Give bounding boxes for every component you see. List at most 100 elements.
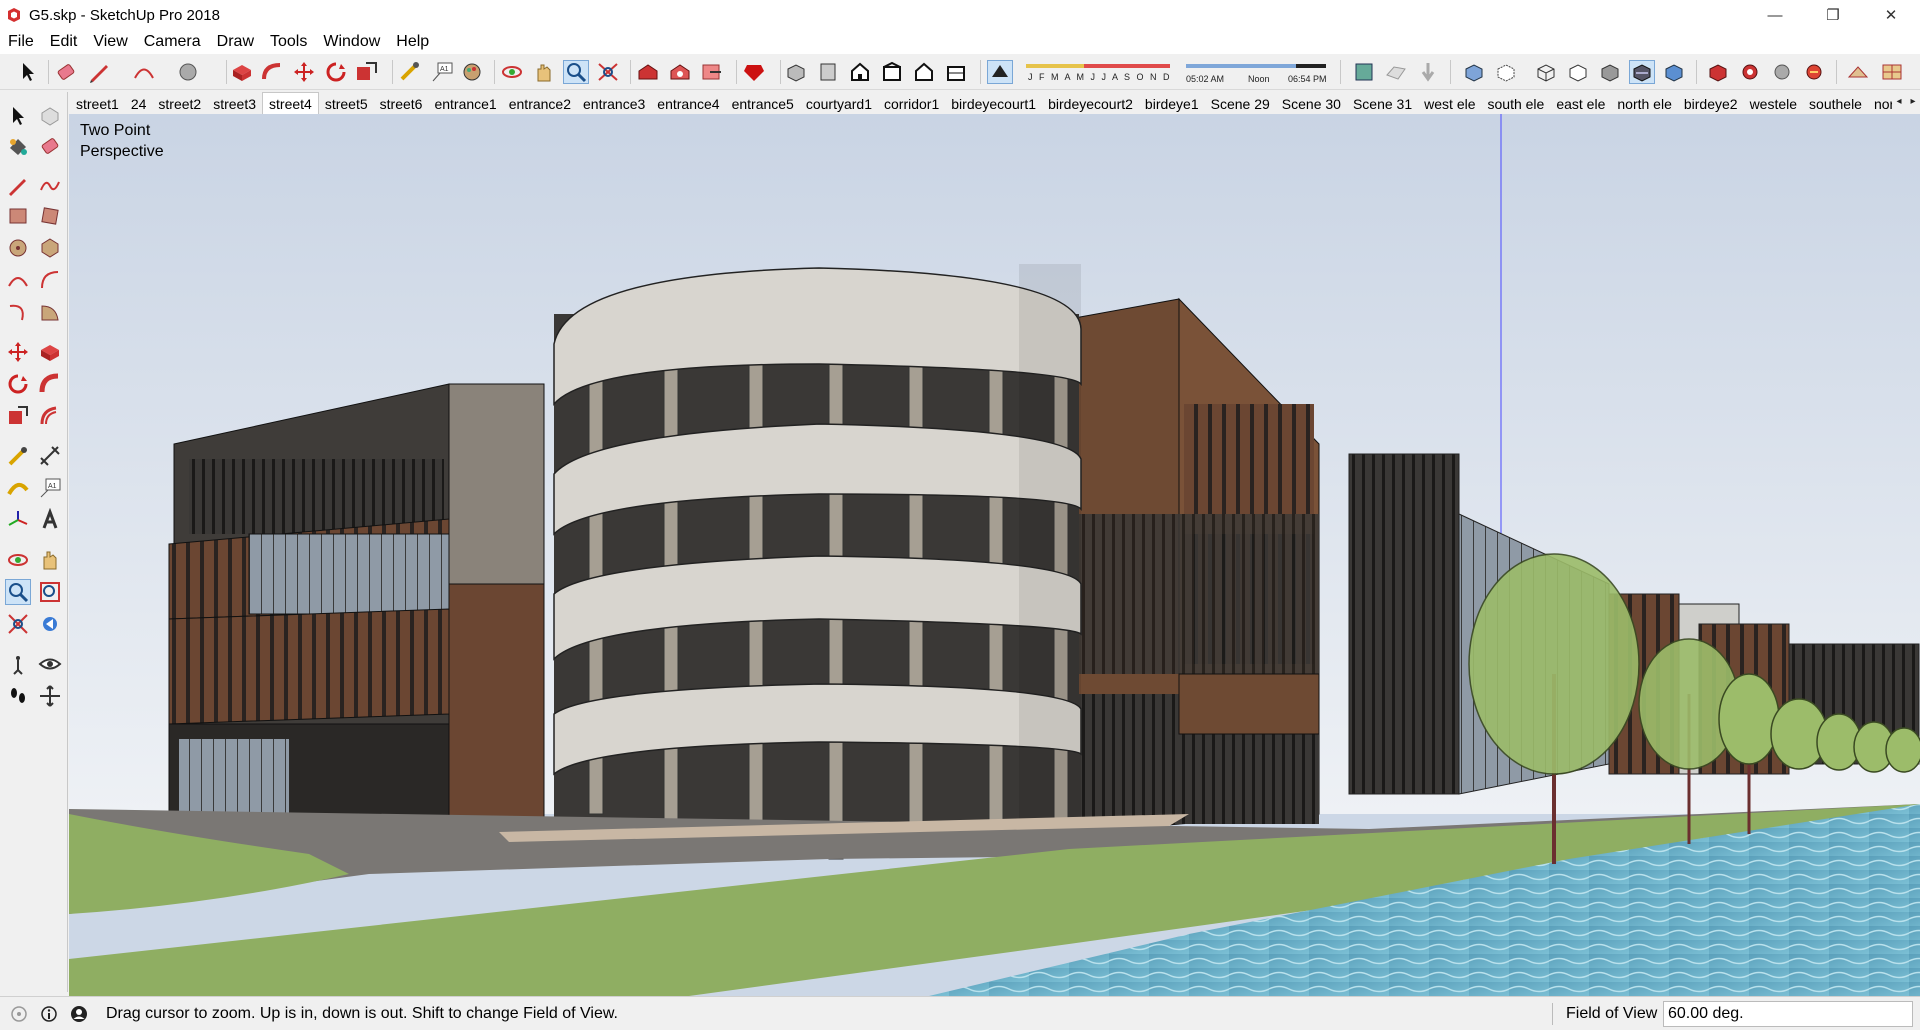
pencil-line-icon[interactable] (88, 61, 112, 83)
shadows-toggle-icon[interactable] (987, 60, 1013, 84)
shadow-date-slider[interactable]: J F M A M J J A S O N D (1024, 58, 1172, 86)
scene-tab[interactable]: birdeyecourt2 (1042, 94, 1139, 114)
scene-tab[interactable]: street4 (262, 92, 319, 114)
select-arrow-icon[interactable] (6, 104, 30, 128)
menu-edit[interactable]: Edit (42, 30, 86, 54)
pie-icon[interactable] (38, 300, 62, 324)
previous-view-icon[interactable] (38, 612, 62, 636)
zoom-icon[interactable] (563, 60, 589, 84)
tabs-scroll-left-icon[interactable]: ◂ (1892, 92, 1906, 112)
follow-me-icon[interactable] (260, 61, 284, 83)
scene-tab[interactable]: east ele (1550, 94, 1611, 114)
user-account-icon[interactable] (68, 1003, 90, 1025)
axes-icon[interactable] (6, 508, 30, 532)
make-component-icon[interactable] (38, 104, 62, 128)
send-to-layout-icon[interactable] (700, 61, 724, 83)
two-point-arc-icon[interactable] (38, 268, 62, 292)
shaded-style-icon[interactable] (1598, 61, 1622, 83)
scene-tab[interactable]: birdeyecourt1 (945, 94, 1042, 114)
move-icon[interactable] (292, 61, 316, 83)
menu-help[interactable]: Help (388, 30, 437, 54)
polygon-icon[interactable] (38, 236, 62, 260)
close-button[interactable]: ✕ (1862, 0, 1920, 30)
scene-tab[interactable]: entrance2 (503, 94, 577, 114)
rotate-icon[interactable] (324, 61, 348, 83)
component-gray-icon[interactable] (1770, 61, 1794, 83)
restore-button[interactable]: ❐ (1804, 0, 1862, 30)
scene-tab[interactable]: street2 (152, 94, 207, 114)
position-camera-icon[interactable] (6, 652, 30, 676)
modeling-viewport[interactable]: Two Point Perspective (69, 114, 1920, 996)
left-view-icon[interactable] (944, 61, 968, 83)
scene-tab[interactable]: Scene 31 (1347, 94, 1418, 114)
scale-icon[interactable] (6, 404, 30, 428)
monochrome-style-icon[interactable] (1662, 61, 1686, 83)
line-pencil-icon[interactable] (6, 174, 30, 198)
walk-footprints-icon[interactable] (6, 684, 30, 708)
paint-bucket-icon[interactable] (460, 61, 484, 83)
menu-draw[interactable]: Draw (209, 30, 262, 54)
offset-icon[interactable] (38, 404, 62, 428)
orbit-icon[interactable] (6, 548, 30, 572)
extension-warehouse-icon[interactable] (668, 61, 692, 83)
right-view-icon[interactable] (880, 61, 904, 83)
component-red2-icon[interactable] (1802, 61, 1826, 83)
rotate-icon[interactable] (6, 372, 30, 396)
scene-tab[interactable]: street1 (70, 94, 125, 114)
measurements-input[interactable] (1663, 1001, 1913, 1027)
scene-tab[interactable]: birdeye2 (1678, 94, 1744, 114)
freehand-icon[interactable] (38, 174, 62, 198)
sandbox-icon[interactable] (1846, 61, 1870, 83)
zoom-icon[interactable] (5, 579, 31, 605)
minimize-button[interactable]: — (1746, 0, 1804, 30)
menu-view[interactable]: View (85, 30, 135, 54)
3d-text-icon[interactable] (38, 508, 62, 532)
three-point-arc-icon[interactable] (6, 300, 30, 324)
zoom-extents-icon[interactable] (6, 612, 30, 636)
pan-hand-icon[interactable] (38, 548, 62, 572)
scale-icon[interactable] (354, 61, 378, 83)
scene-tab[interactable]: street3 (207, 94, 262, 114)
top-view-icon[interactable] (816, 61, 840, 83)
shape-circle-icon[interactable] (176, 61, 200, 83)
menu-file[interactable]: File (0, 30, 42, 54)
scene-tab[interactable]: 24 (125, 94, 153, 114)
scene-tab[interactable]: Scene 29 (1205, 94, 1276, 114)
back-view-icon[interactable] (912, 61, 936, 83)
scene-tab[interactable]: westele (1744, 94, 1803, 114)
orbit-icon[interactable] (500, 61, 524, 83)
menu-camera[interactable]: Camera (136, 30, 209, 54)
circle-icon[interactable] (6, 236, 30, 260)
component-gear-icon[interactable] (1738, 61, 1762, 83)
scene-tab[interactable]: entrance5 (726, 94, 800, 114)
scene-tab[interactable]: street5 (319, 94, 374, 114)
front-view-icon[interactable] (848, 61, 872, 83)
shadow-time-slider[interactable]: 05:02 AM Noon 06:54 PM (1184, 58, 1330, 86)
dimension-icon[interactable] (38, 444, 62, 468)
push-pull-icon[interactable] (230, 61, 254, 83)
paint-bucket-icon[interactable] (6, 134, 30, 158)
section-cut-icon[interactable] (1416, 61, 1440, 83)
tape-measure-icon[interactable] (398, 61, 422, 83)
warehouse-icon[interactable] (636, 61, 660, 83)
tape-measure-icon[interactable] (6, 444, 30, 468)
arc-icon[interactable] (132, 61, 156, 83)
fog-icon[interactable] (1384, 61, 1408, 83)
eraser-icon[interactable] (38, 134, 62, 158)
section-plane-icon[interactable] (1352, 61, 1376, 83)
rectangle-icon[interactable] (6, 204, 30, 228)
scene-tab[interactable]: birdeye1 (1139, 94, 1205, 114)
menu-tools[interactable]: Tools (262, 30, 315, 54)
follow-me-icon[interactable] (38, 372, 62, 396)
text-icon[interactable]: A1 (38, 476, 62, 500)
text-label-icon[interactable]: A1 (430, 61, 454, 83)
scene-tab[interactable]: street6 (374, 94, 429, 114)
xray-style-icon[interactable] (1462, 61, 1486, 83)
rotated-rectangle-icon[interactable] (38, 204, 62, 228)
iso-view-icon[interactable] (784, 61, 808, 83)
scene-tab[interactable]: entrance3 (577, 94, 651, 114)
scene-tab[interactable]: west ele (1418, 94, 1481, 114)
sandbox-grid-icon[interactable] (1880, 61, 1904, 83)
protractor-icon[interactable] (6, 476, 30, 500)
menu-window[interactable]: Window (315, 30, 388, 54)
